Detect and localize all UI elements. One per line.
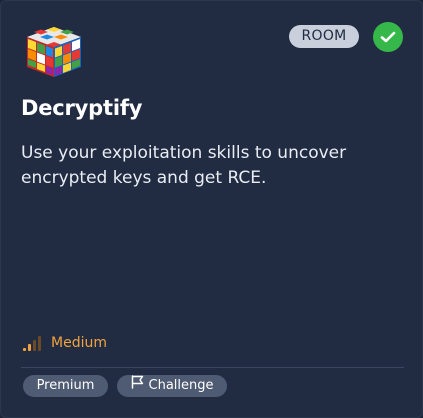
room-card[interactable]: ROOM Decryptify Use your exploitation sk… bbox=[0, 0, 423, 418]
room-title[interactable]: Decryptify bbox=[21, 96, 142, 120]
premium-tag-label: Premium bbox=[36, 378, 95, 393]
room-description: Use your exploitation skills to uncover … bbox=[21, 143, 347, 188]
challenge-tag-label: Challenge bbox=[148, 378, 214, 393]
divider bbox=[21, 367, 404, 368]
signal-bars-icon bbox=[23, 334, 43, 352]
checkmark-icon bbox=[373, 22, 403, 52]
premium-tag: Premium bbox=[23, 375, 108, 397]
challenge-tag: Challenge bbox=[117, 375, 227, 397]
flag-icon bbox=[131, 375, 144, 397]
rubiks-cube-icon bbox=[23, 25, 85, 79]
difficulty-indicator: Medium bbox=[23, 334, 107, 352]
difficulty-label: Medium bbox=[51, 335, 107, 351]
room-type-badge: ROOM bbox=[289, 25, 359, 48]
